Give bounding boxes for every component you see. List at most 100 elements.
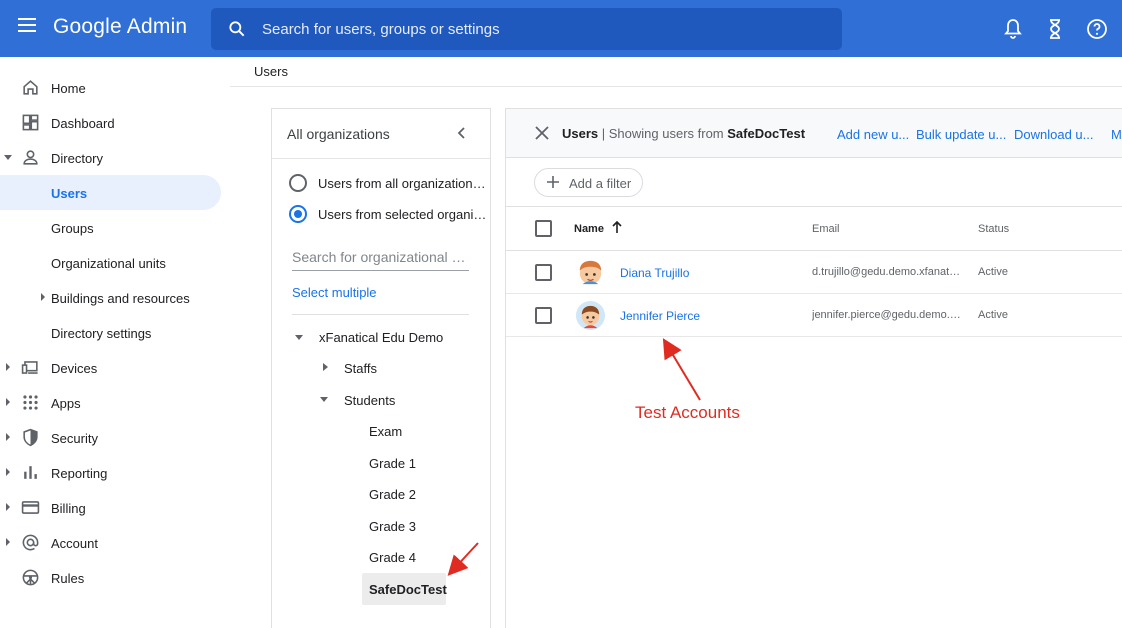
sidebar-item-directory-settings[interactable]: Directory settings (0, 315, 221, 350)
download-users-link[interactable]: Download u... (1014, 127, 1094, 142)
tree-item-label: xFanatical Edu Demo (319, 330, 444, 345)
expand-arrow-icon[interactable] (320, 397, 328, 402)
sidebar-item-label: Directory (51, 151, 104, 166)
sidebar-item-directory[interactable]: Directory (0, 140, 221, 175)
sidebar-item-label: Account (51, 536, 98, 551)
steering-wheel-icon (22, 569, 39, 586)
select-multiple-link[interactable]: Select multiple (292, 285, 377, 300)
tree-item-exam[interactable]: Exam (362, 422, 442, 448)
tree-item-students[interactable]: Students (318, 391, 468, 417)
expand-arrow-icon[interactable] (4, 155, 12, 160)
user-email: d.trujillo@gedu.demo.xfanatical.com (812, 266, 962, 278)
expand-arrow-icon[interactable] (6, 398, 10, 406)
row-checkbox[interactable] (535, 307, 552, 324)
tree-item-grade-1[interactable]: Grade 1 (362, 454, 442, 480)
column-header-name[interactable]: Name (574, 223, 604, 235)
bell-icon[interactable] (1001, 17, 1025, 41)
sidebar-item-reporting[interactable]: Reporting (0, 455, 221, 490)
expand-arrow-icon[interactable] (6, 468, 10, 476)
expand-arrow-icon[interactable] (6, 503, 10, 511)
expand-arrow-icon[interactable] (323, 363, 328, 371)
sidebar-item-label: Home (51, 81, 86, 96)
tree-item-label: Staffs (344, 361, 378, 376)
chevron-left-icon[interactable] (456, 127, 468, 139)
home-icon (23, 80, 38, 95)
expand-arrow-icon[interactable] (6, 538, 10, 546)
sidebar-item-groups[interactable]: Groups (0, 210, 221, 245)
users-panel-title: Users | Showing users from SafeDocTest (562, 126, 805, 141)
global-search-input[interactable]: Search for users, groups or settings (211, 8, 842, 50)
sidebar-item-buildings-and-resources[interactable]: Buildings and resources (0, 280, 221, 315)
sidebar-item-home[interactable]: Home (0, 70, 221, 105)
sidebar-item-label: Users (51, 186, 88, 201)
org-unit-search-input[interactable]: Search for organizational units (292, 249, 469, 271)
close-icon[interactable] (535, 126, 549, 140)
user-name-link[interactable]: Diana Trujillo (620, 266, 689, 280)
sidebar-item-users[interactable]: Users (0, 175, 221, 210)
devices-icon (21, 361, 38, 374)
add-filter-button[interactable]: Add a filter (534, 168, 643, 197)
sort-arrow-up-icon[interactable] (611, 220, 623, 234)
tree-item-grade-4[interactable]: Grade 4 (362, 548, 442, 574)
radio-all-org-units[interactable]: Users from all organizational units (289, 174, 490, 194)
bar-chart-icon (24, 466, 37, 479)
sidebar-item-rules[interactable]: Rules (0, 560, 221, 595)
tree-item-label: Grade 1 (369, 456, 416, 471)
org-panel-divider (272, 158, 490, 159)
tree-item-staffs[interactable]: Staffs (318, 359, 468, 385)
radio-label: Users from selected organizational units (318, 207, 490, 222)
sidebar-item-apps[interactable]: Apps (0, 385, 221, 420)
tree-item-safedoctest[interactable]: SafeDocTest (362, 573, 447, 605)
hamburger-menu-icon[interactable] (18, 18, 38, 38)
tree-item-label: SafeDocTest (369, 582, 447, 597)
sidebar-item-label: Reporting (51, 466, 108, 481)
more-options-link[interactable]: Mo (1111, 127, 1122, 142)
shield-icon (23, 428, 38, 447)
breadcrumb-divider (230, 86, 1122, 87)
table-row[interactable]: Jennifer Pierce jennifer.pierce@gedu.dem… (506, 294, 1122, 337)
sidebar-item-account[interactable]: Account (0, 525, 221, 560)
column-header-email[interactable]: Email (812, 223, 840, 235)
credit-card-icon (21, 501, 40, 514)
column-header-status[interactable]: Status (978, 223, 1009, 235)
row-checkbox[interactable] (535, 264, 552, 281)
radio-button-selected[interactable] (289, 205, 307, 223)
tree-item-grade-2[interactable]: Grade 2 (362, 485, 442, 511)
tree-item-label: Grade 2 (369, 487, 416, 502)
apps-grid-icon (23, 395, 38, 410)
expand-arrow-icon[interactable] (295, 335, 303, 340)
sidebar-item-label: Rules (51, 571, 85, 586)
person-icon (23, 150, 38, 165)
radio-label: Users from all organizational units (318, 176, 490, 191)
sidebar-item-label: Devices (51, 361, 98, 376)
hourglass-icon[interactable] (1043, 17, 1067, 41)
users-table-header: Name Email Status (506, 207, 1122, 251)
search-icon (229, 21, 245, 37)
sidebar-item-organizational-units[interactable]: Organizational units (0, 245, 221, 280)
sidebar-item-dashboard[interactable]: Dashboard (0, 105, 221, 140)
filter-bar: Add a filter (506, 158, 1122, 207)
sidebar-item-devices[interactable]: Devices (0, 350, 221, 385)
sidebar-item-label: Apps (51, 396, 81, 411)
help-icon[interactable] (1085, 17, 1109, 41)
sidebar-item-security[interactable]: Security (0, 420, 221, 455)
tree-item-label: Students (344, 393, 396, 408)
expand-arrow-icon[interactable] (6, 433, 10, 441)
tree-item-root[interactable]: xFanatical Edu Demo (292, 328, 472, 354)
sidebar-item-label: Buildings and resources (51, 291, 190, 306)
bulk-update-users-link[interactable]: Bulk update u... (916, 127, 1006, 142)
sidebar-item-billing[interactable]: Billing (0, 490, 221, 525)
add-filter-label: Add a filter (569, 176, 632, 191)
radio-button[interactable] (289, 174, 307, 192)
add-new-user-link[interactable]: Add new u... (837, 127, 909, 142)
tree-item-grade-3[interactable]: Grade 3 (362, 517, 442, 543)
expand-arrow-icon[interactable] (41, 293, 45, 301)
organizations-panel: All organizations Users from all organiz… (271, 108, 491, 628)
user-name-link[interactable]: Jennifer Pierce (620, 309, 700, 323)
radio-selected-org-units[interactable]: Users from selected organizational units (289, 205, 490, 225)
sidebar-item-label: Security (51, 431, 98, 446)
table-row[interactable]: Diana Trujillo d.trujillo@gedu.demo.xfan… (506, 251, 1122, 294)
expand-arrow-icon[interactable] (6, 363, 10, 371)
select-all-checkbox[interactable] (535, 220, 552, 237)
app-brand[interactable]: Google Admin (53, 15, 187, 39)
